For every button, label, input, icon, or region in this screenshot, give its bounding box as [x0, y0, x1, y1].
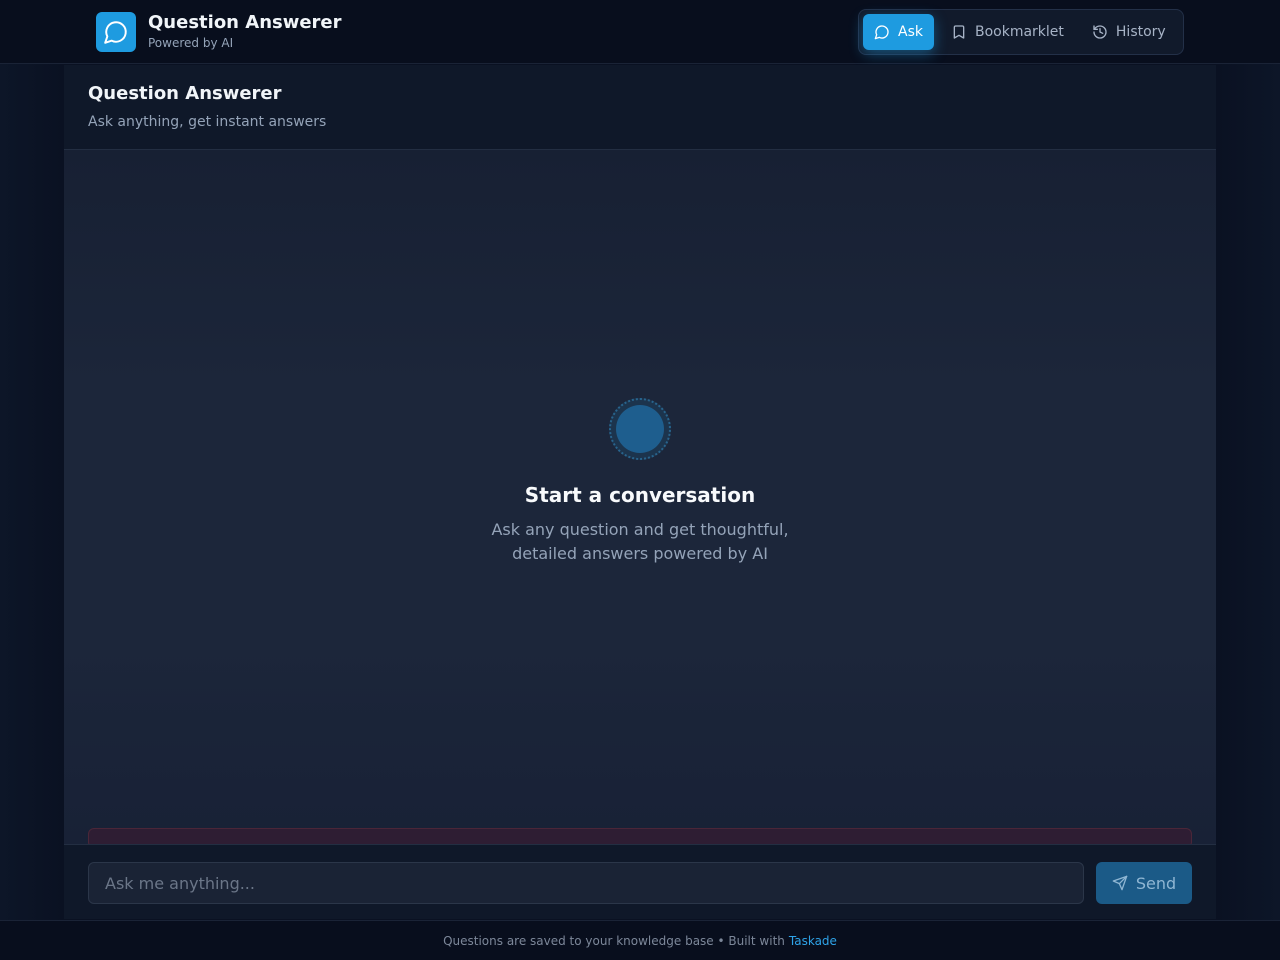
chat-bubble-icon: [96, 12, 136, 52]
send-button[interactable]: Send: [1096, 862, 1192, 904]
message-list[interactable]: Start a conversation Ask any question an…: [64, 150, 1216, 844]
nav-tab-history[interactable]: History: [1081, 14, 1177, 50]
panel-header: Question Answerer Ask anything, get inst…: [64, 65, 1216, 150]
empty-state-title: Start a conversation: [524, 483, 756, 507]
nav-tab-bookmarklet[interactable]: Bookmarklet: [940, 14, 1075, 50]
composer: Send: [64, 844, 1216, 919]
chat-panel: Question Answerer Ask anything, get inst…: [64, 65, 1216, 919]
footer-text: Questions are saved to your knowledge ba…: [443, 933, 785, 948]
empty-state-description: Ask any question and get thoughtful, det…: [491, 520, 789, 563]
app-title: Question Answerer: [148, 12, 342, 33]
nav-tab-label: History: [1115, 24, 1166, 40]
history-icon: [1093, 25, 1107, 39]
taskade-link[interactable]: Taskade: [789, 934, 837, 948]
panel-title: Question Answerer: [88, 83, 282, 104]
error-banner: [88, 828, 1192, 844]
send-button-label: Send: [1135, 873, 1177, 893]
brand[interactable]: Question Answerer Powered by AI: [96, 12, 342, 52]
main-nav: Ask Bookmarklet History: [858, 9, 1184, 55]
nav-tab-label: Bookmarklet: [974, 24, 1064, 40]
nav-tab-label: Ask: [898, 24, 923, 40]
loading-pulse-icon: [609, 398, 671, 460]
nav-tab-ask[interactable]: Ask: [863, 14, 934, 50]
panel-subtitle: Ask anything, get instant answers: [88, 114, 327, 130]
footer: Questions are saved to your knowledge ba…: [0, 920, 1280, 960]
chat-bubble-icon: [874, 25, 889, 40]
app-subtitle: Powered by AI: [148, 36, 234, 50]
top-header: Question Answerer Powered by AI Ask Book…: [0, 0, 1280, 64]
send-icon: [1112, 875, 1128, 891]
empty-state: Start a conversation Ask any question an…: [64, 398, 1216, 566]
bookmark-icon: [953, 25, 965, 39]
question-input[interactable]: [88, 862, 1084, 904]
